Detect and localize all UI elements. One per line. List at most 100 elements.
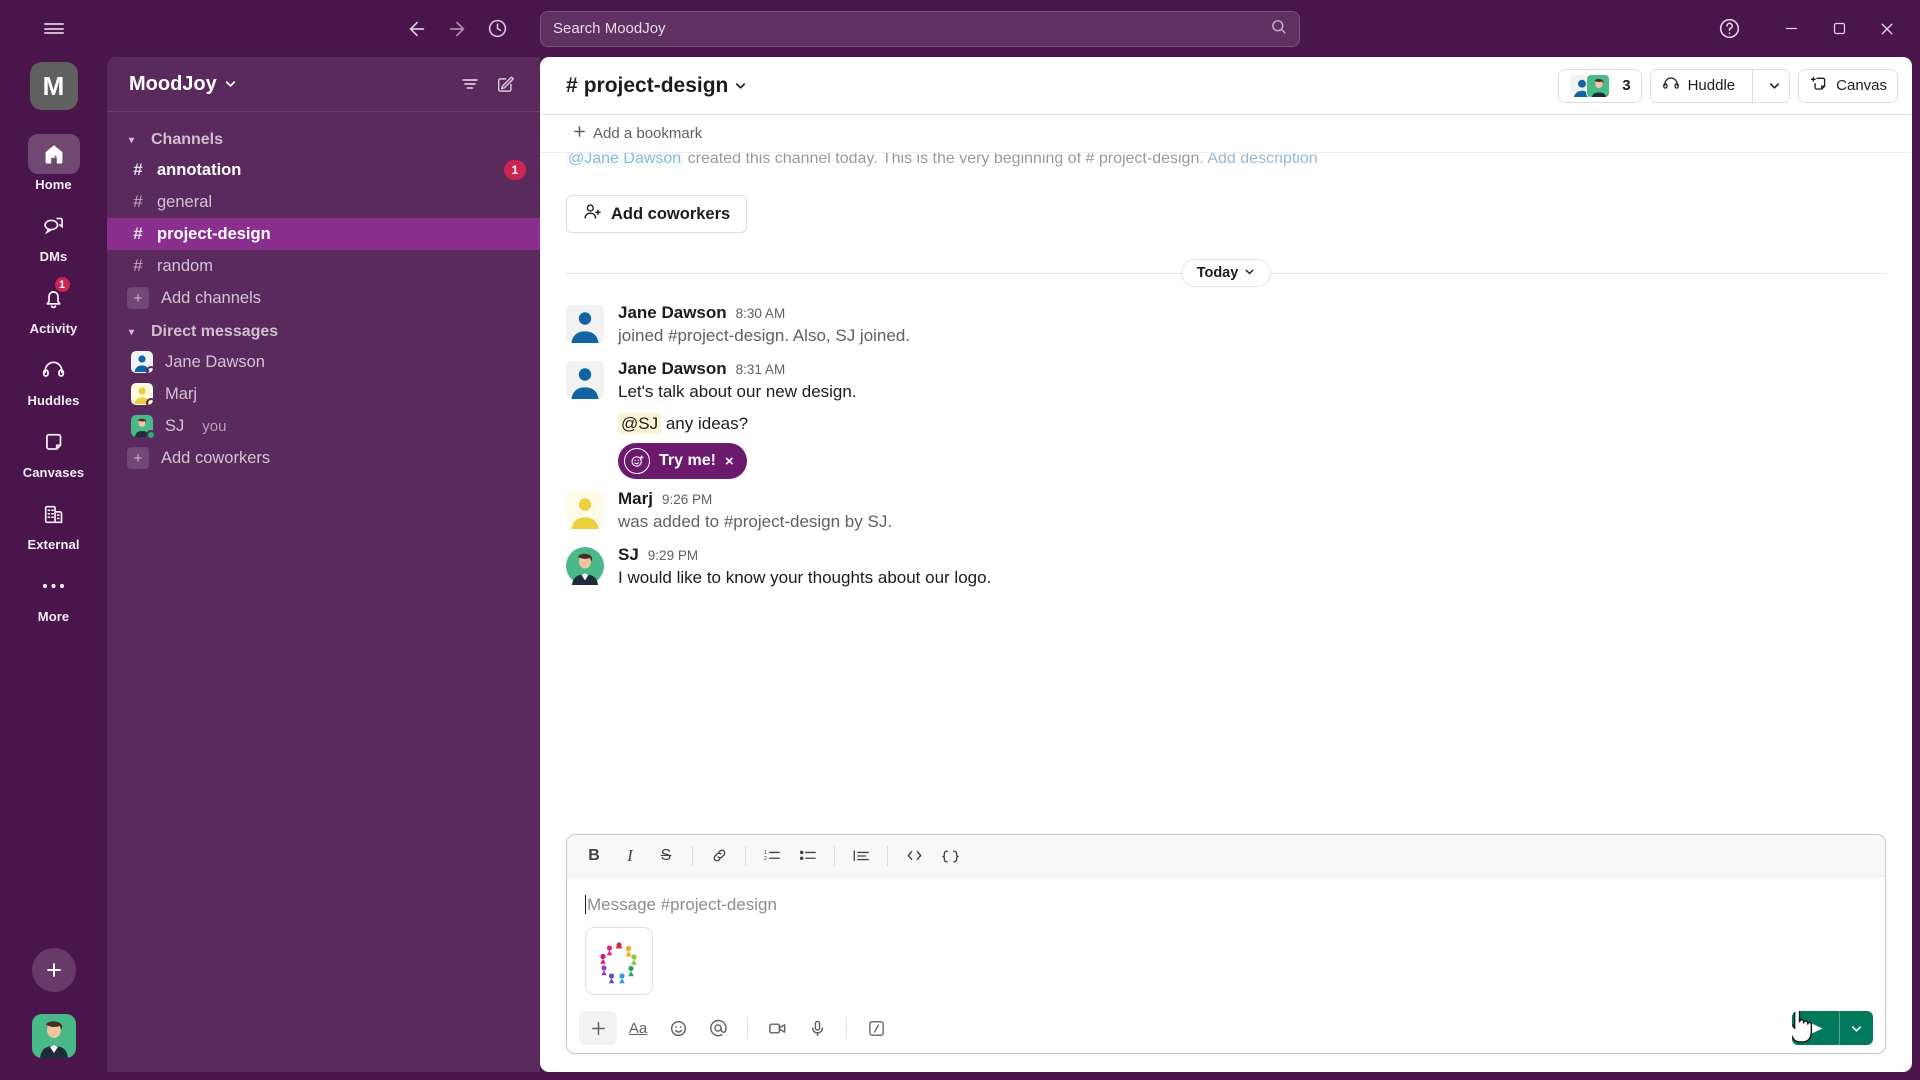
huddle-dropdown[interactable]: [1760, 70, 1789, 102]
sidebar-header: MoodJoy: [107, 57, 540, 112]
avatar[interactable]: [566, 491, 604, 530]
message-author[interactable]: Marj: [618, 489, 653, 509]
intro-link: . Add description: [1199, 153, 1318, 167]
arrow-right-icon[interactable]: [440, 12, 474, 46]
presence-indicator: [146, 398, 156, 408]
workspace-name-button[interactable]: MoodJoy: [129, 73, 237, 96]
bold-icon[interactable]: B: [577, 841, 611, 871]
channel-name: annotation: [157, 160, 242, 179]
rail-item-dms[interactable]: DMs: [13, 206, 95, 264]
add-bookmark-button[interactable]: Add a bookmark: [566, 121, 709, 146]
emoji-icon[interactable]: [659, 1011, 697, 1045]
message-author[interactable]: Jane Dawson: [618, 359, 727, 379]
mention-chip[interactable]: @SJ: [618, 413, 662, 435]
blockquote-icon[interactable]: [844, 841, 878, 871]
rail-item-more[interactable]: More: [13, 566, 95, 624]
message-list[interactable]: @Jane Dawson created this channel today.…: [540, 153, 1912, 830]
message-author[interactable]: Jane Dawson: [618, 303, 727, 323]
avatar[interactable]: [566, 305, 604, 343]
avatar[interactable]: [566, 360, 604, 399]
message-timestamp[interactable]: 8:30 AM: [736, 306, 786, 321]
avatar[interactable]: [566, 546, 604, 585]
day-pill-today[interactable]: Today: [1180, 259, 1272, 287]
workspace-switcher[interactable]: M: [29, 62, 78, 110]
plus-icon[interactable]: [579, 1011, 617, 1045]
add-bookmark-label: Add a bookmark: [593, 125, 703, 142]
italic-icon[interactable]: I: [613, 841, 647, 871]
link-icon[interactable]: [702, 841, 736, 871]
message-timestamp[interactable]: 8:31 AM: [736, 362, 786, 377]
help-circle-icon[interactable]: [1706, 10, 1752, 48]
svg-text:2: 2: [764, 856, 767, 862]
clock-icon[interactable]: [480, 12, 514, 46]
message-body: Jane Dawson 8:30 AM joined #project-desi…: [618, 303, 1886, 349]
message-item[interactable]: Jane Dawson 8:30 AM joined #project-desi…: [540, 295, 1912, 351]
huddle-segment[interactable]: Huddle: [1651, 70, 1746, 102]
search-placeholder: Search MoodJoy: [553, 20, 666, 37]
slash-command-icon[interactable]: [857, 1011, 895, 1045]
message-item[interactable]: SJ 9:29 PM I would like to know your tho…: [540, 537, 1912, 593]
hamburger-icon[interactable]: [32, 7, 76, 51]
day-divider: Today: [566, 259, 1886, 287]
rail-item-huddles[interactable]: Huddles: [13, 350, 95, 408]
bulleted-list-icon[interactable]: [791, 841, 825, 871]
send-button[interactable]: [1792, 1011, 1839, 1045]
sidebar-item-project-design[interactable]: # project-design: [107, 218, 540, 250]
code-block-icon[interactable]: [933, 841, 967, 871]
channel-name: general: [157, 192, 213, 211]
video-icon[interactable]: [758, 1011, 796, 1045]
user-avatar[interactable]: [31, 1014, 76, 1058]
canvas-button[interactable]: Canvas: [1798, 68, 1898, 103]
code-icon[interactable]: [897, 841, 931, 871]
text-format-icon[interactable]: Aa: [619, 1011, 657, 1045]
maximize-icon[interactable]: [1816, 10, 1862, 48]
message-author[interactable]: SJ: [618, 545, 639, 565]
sidebar-item-random[interactable]: # random: [107, 250, 540, 282]
message-item[interactable]: Marj 9:26 PM was added to #project-desig…: [540, 481, 1912, 537]
page-title[interactable]: # project-design: [566, 74, 747, 98]
intro-channel: # project-design: [1085, 153, 1200, 167]
sidebar-add-coworkers[interactable]: + Add coworkers: [107, 442, 540, 474]
new-item-button[interactable]: [31, 948, 76, 992]
sidebar-add-channels[interactable]: + Add channels: [107, 282, 540, 314]
close-icon[interactable]: [1864, 10, 1910, 48]
try-me-tooltip[interactable]: Try me! ×: [618, 443, 747, 480]
add-coworkers-button[interactable]: Add coworkers: [566, 195, 748, 233]
search-input[interactable]: Search MoodJoy: [540, 10, 1300, 47]
sidebar-dm-jane-dawson[interactable]: Jane Dawson: [107, 346, 540, 378]
microphone-icon[interactable]: [798, 1011, 836, 1045]
section-header-channels[interactable]: ▾ Channels: [107, 126, 540, 154]
main-panel: # project-design 3 Huddle Canvas Add a b…: [540, 57, 1912, 1072]
text-caret: [585, 895, 586, 914]
hash-icon: #: [133, 160, 143, 179]
sidebar-item-general[interactable]: # general: [107, 186, 540, 218]
strikethrough-icon[interactable]: S: [649, 841, 683, 871]
logo-thumbnail[interactable]: [585, 927, 653, 995]
compose-icon[interactable]: [488, 66, 524, 102]
send-options-button[interactable]: [1840, 1011, 1873, 1045]
rail-item-canvases[interactable]: Canvases: [13, 422, 95, 480]
close-icon[interactable]: ×: [725, 453, 734, 470]
message-input[interactable]: Message #project-design: [567, 877, 1885, 917]
rail-item-activity[interactable]: 1 Activity: [13, 275, 95, 336]
message-placeholder: Message #project-design: [587, 895, 777, 914]
message-timestamp[interactable]: 9:29 PM: [648, 548, 698, 563]
sidebar-dm-marj[interactable]: Marj: [107, 378, 540, 410]
huddle-button[interactable]: Huddle: [1649, 68, 1791, 103]
members-button[interactable]: 3: [1558, 68, 1642, 103]
caret-down-icon: ▾: [129, 326, 135, 338]
message-timestamp[interactable]: 9:26 PM: [662, 492, 712, 507]
section-header-direct-messages[interactable]: ▾ Direct messages: [107, 318, 540, 346]
sidebar-dm-sj[interactable]: SJ you: [107, 410, 540, 442]
mention-icon[interactable]: [699, 1011, 737, 1045]
rail-item-home[interactable]: Home: [13, 134, 95, 192]
rail-item-external[interactable]: External: [13, 494, 95, 552]
arrow-left-icon[interactable]: [400, 12, 434, 46]
filter-icon[interactable]: [452, 66, 488, 102]
rail-label: Canvases: [22, 465, 85, 480]
avatar: [131, 351, 156, 376]
minimize-icon[interactable]: [1768, 10, 1814, 48]
ordered-list-icon[interactable]: 12: [755, 841, 789, 871]
message-item[interactable]: Jane Dawson 8:31 AM Let's talk about our…: [540, 351, 1912, 482]
sidebar-item-annotation[interactable]: # annotation 1: [107, 154, 540, 186]
